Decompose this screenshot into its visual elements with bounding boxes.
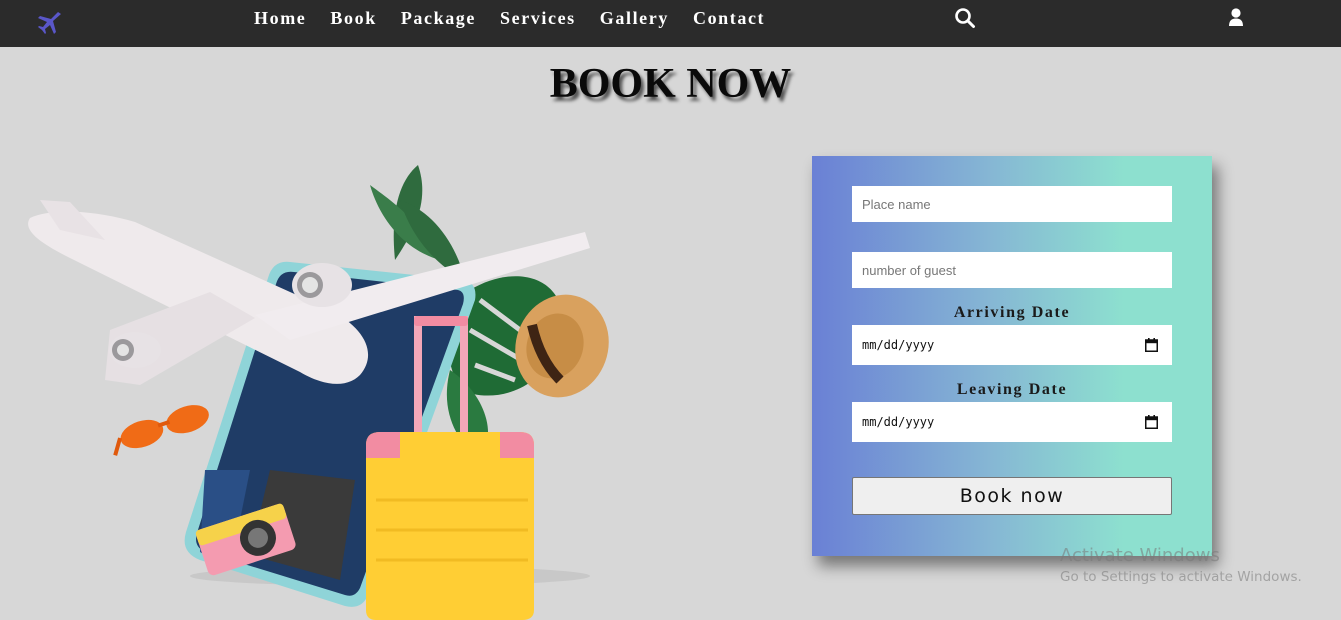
watermark-subtitle: Go to Settings to activate Windows. (1060, 569, 1302, 585)
search-icon[interactable] (954, 7, 976, 29)
nav-link-services[interactable]: Services (500, 8, 576, 29)
arriving-date-label: Arriving Date (953, 304, 1071, 321)
calendar-icon[interactable] (1145, 415, 1158, 429)
travel-hero-image (28, 165, 609, 620)
leaving-date-label: Leaving Date (956, 381, 1068, 398)
watermark-title: Activate Windows (1060, 545, 1220, 566)
place-name-input[interactable]: Place name (852, 186, 1172, 222)
airplane-logo-icon[interactable] (34, 7, 64, 37)
page-title: BOOK NOW (549, 61, 792, 107)
nav-link-home[interactable]: Home (254, 8, 306, 29)
nav-link-contact[interactable]: Contact (693, 8, 765, 29)
book-now-button[interactable]: Book now (852, 477, 1172, 515)
calendar-icon[interactable] (1145, 338, 1158, 352)
user-icon[interactable] (1227, 7, 1245, 27)
guest-count-input[interactable]: number of guest (852, 252, 1172, 288)
arriving-date-input[interactable]: mm/dd/yyyy (852, 325, 1172, 365)
booking-form: Place name number of guest Arriving Date… (812, 156, 1212, 556)
nav-link-gallery[interactable]: Gallery (600, 8, 669, 29)
activate-windows-watermark: Activate Windows Go to Settings to activ… (1060, 545, 1302, 585)
nav-link-package[interactable]: Package (401, 8, 476, 29)
leaving-date-input[interactable]: mm/dd/yyyy (852, 402, 1172, 442)
navbar: Home Book Package Services Gallery Conta… (0, 0, 1341, 47)
nav-links: Home Book Package Services Gallery Conta… (254, 0, 789, 36)
leaving-date-value: mm/dd/yyyy (862, 415, 935, 429)
nav-link-book[interactable]: Book (330, 8, 376, 29)
arriving-date-value: mm/dd/yyyy (862, 338, 935, 352)
